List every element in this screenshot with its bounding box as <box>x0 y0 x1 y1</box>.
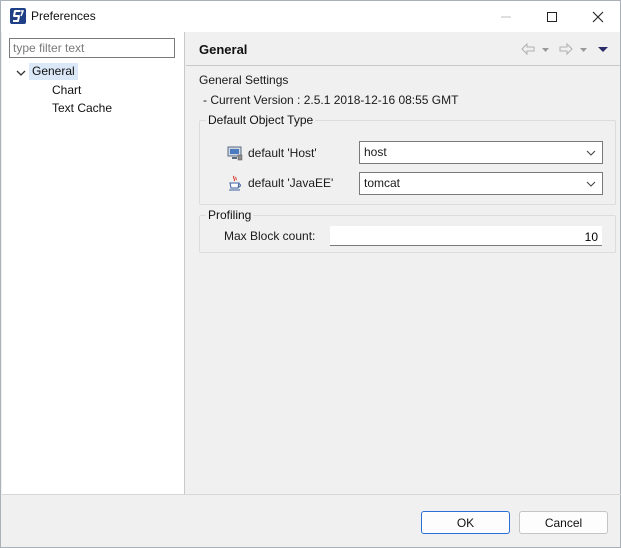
window-title: Preferences <box>31 9 96 23</box>
close-button[interactable] <box>575 1 621 32</box>
cancel-button[interactable]: Cancel <box>519 511 608 534</box>
current-version-text: - Current Version : 2.5.1 2018-12-16 08:… <box>203 93 459 107</box>
minimize-button[interactable] <box>483 1 529 32</box>
back-arrow-icon[interactable] <box>520 41 536 57</box>
select-value: host <box>364 145 387 159</box>
default-javaee-label: default 'JavaEE' <box>248 176 334 190</box>
chevron-down-icon <box>586 150 596 156</box>
filter-input[interactable] <box>9 38 175 58</box>
tree-item-label: Chart <box>52 83 82 97</box>
footer-divider <box>2 494 621 495</box>
preference-page: General General Settings - Current Versi… <box>186 32 620 494</box>
default-host-select[interactable]: host <box>359 141 603 164</box>
page-header: General <box>186 32 620 66</box>
back-dropdown-icon[interactable] <box>541 41 550 57</box>
maximize-button[interactable] <box>529 1 575 32</box>
chevron-down-icon <box>586 181 596 187</box>
chevron-down-icon[interactable] <box>15 67 27 79</box>
max-block-count-label: Max Block count: <box>224 229 316 243</box>
general-settings-label: General Settings <box>199 73 289 87</box>
page-title: General <box>199 42 248 57</box>
max-block-count-input[interactable] <box>330 226 602 246</box>
default-host-label: default 'Host' <box>248 146 317 160</box>
tree-item-general[interactable]: General <box>29 63 78 80</box>
maximize-icon <box>547 11 557 22</box>
preference-tree-pane: General Chart Text Cache <box>2 32 185 494</box>
view-menu-icon[interactable] <box>597 41 609 57</box>
forward-arrow-icon[interactable] <box>558 41 574 57</box>
tree-item-label: General <box>29 63 78 80</box>
close-icon <box>592 11 604 22</box>
title-bar: Preferences <box>1 1 620 32</box>
host-monitor-icon <box>227 146 243 161</box>
preferences-window: Preferences General Chart Text Cache Gen… <box>0 0 621 548</box>
ok-button[interactable]: OK <box>421 511 510 534</box>
minimize-icon <box>501 16 511 17</box>
tree-item-text-cache[interactable]: Text Cache <box>52 101 112 115</box>
group-title: Profiling <box>206 208 254 222</box>
tree-item-label: Text Cache <box>52 101 113 115</box>
tree-item-chart[interactable]: Chart <box>52 83 81 97</box>
forward-dropdown-icon[interactable] <box>579 41 588 57</box>
default-javaee-select[interactable]: tomcat <box>359 172 603 195</box>
java-cup-icon <box>229 175 241 191</box>
select-value: tomcat <box>364 176 401 190</box>
app-logo-icon <box>10 8 26 24</box>
group-title: Default Object Type <box>206 113 316 127</box>
